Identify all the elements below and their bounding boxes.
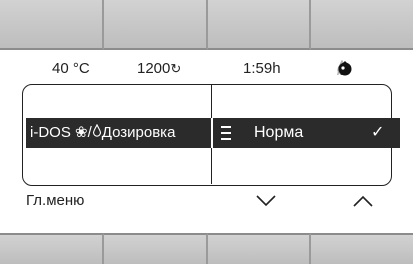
bottom-button-3[interactable]	[207, 233, 312, 264]
spin-icon: ↻	[170, 61, 182, 76]
temperature-readout[interactable]: 40 °C	[52, 60, 90, 77]
drop-icon	[92, 123, 102, 141]
bottom-button-4[interactable]	[311, 233, 413, 264]
bottom-button-1[interactable]	[0, 233, 104, 264]
check-icon: ✓	[371, 124, 385, 141]
status-bar: 40 °C 1200↻ 1:59h ❀ /	[0, 59, 413, 84]
setting-value: Норма	[254, 124, 304, 141]
selected-row-divider	[211, 118, 213, 148]
main-menu-label[interactable]: Гл.меню	[26, 192, 84, 209]
bottom-button-bar	[0, 233, 413, 264]
chevron-down-icon[interactable]	[255, 194, 277, 208]
setting-name: i-DOS ❀/Дозировка	[30, 123, 176, 141]
spin-readout[interactable]: 1200↻	[137, 60, 181, 77]
bottom-button-2[interactable]	[103, 233, 208, 264]
top-button-4[interactable]	[311, 0, 413, 50]
selected-row[interactable]: i-DOS ❀/Дозировка Норма ✓	[26, 118, 400, 148]
detergent-icon	[337, 60, 353, 81]
time-remaining[interactable]: 1:59h	[243, 60, 281, 77]
top-button-3[interactable]	[207, 0, 312, 50]
top-button-1[interactable]	[0, 0, 104, 50]
menu-icon	[221, 126, 231, 140]
display-screen: 40 °C 1200↻ 1:59h ❀ / i-DOS ❀/Дозировка …	[0, 50, 413, 233]
chevron-up-icon[interactable]	[352, 194, 374, 208]
top-button-2[interactable]	[103, 0, 208, 50]
top-button-bar	[0, 0, 413, 50]
softkey-labels: Гл.меню	[0, 190, 413, 220]
flower-icon: ❀	[75, 124, 88, 141]
